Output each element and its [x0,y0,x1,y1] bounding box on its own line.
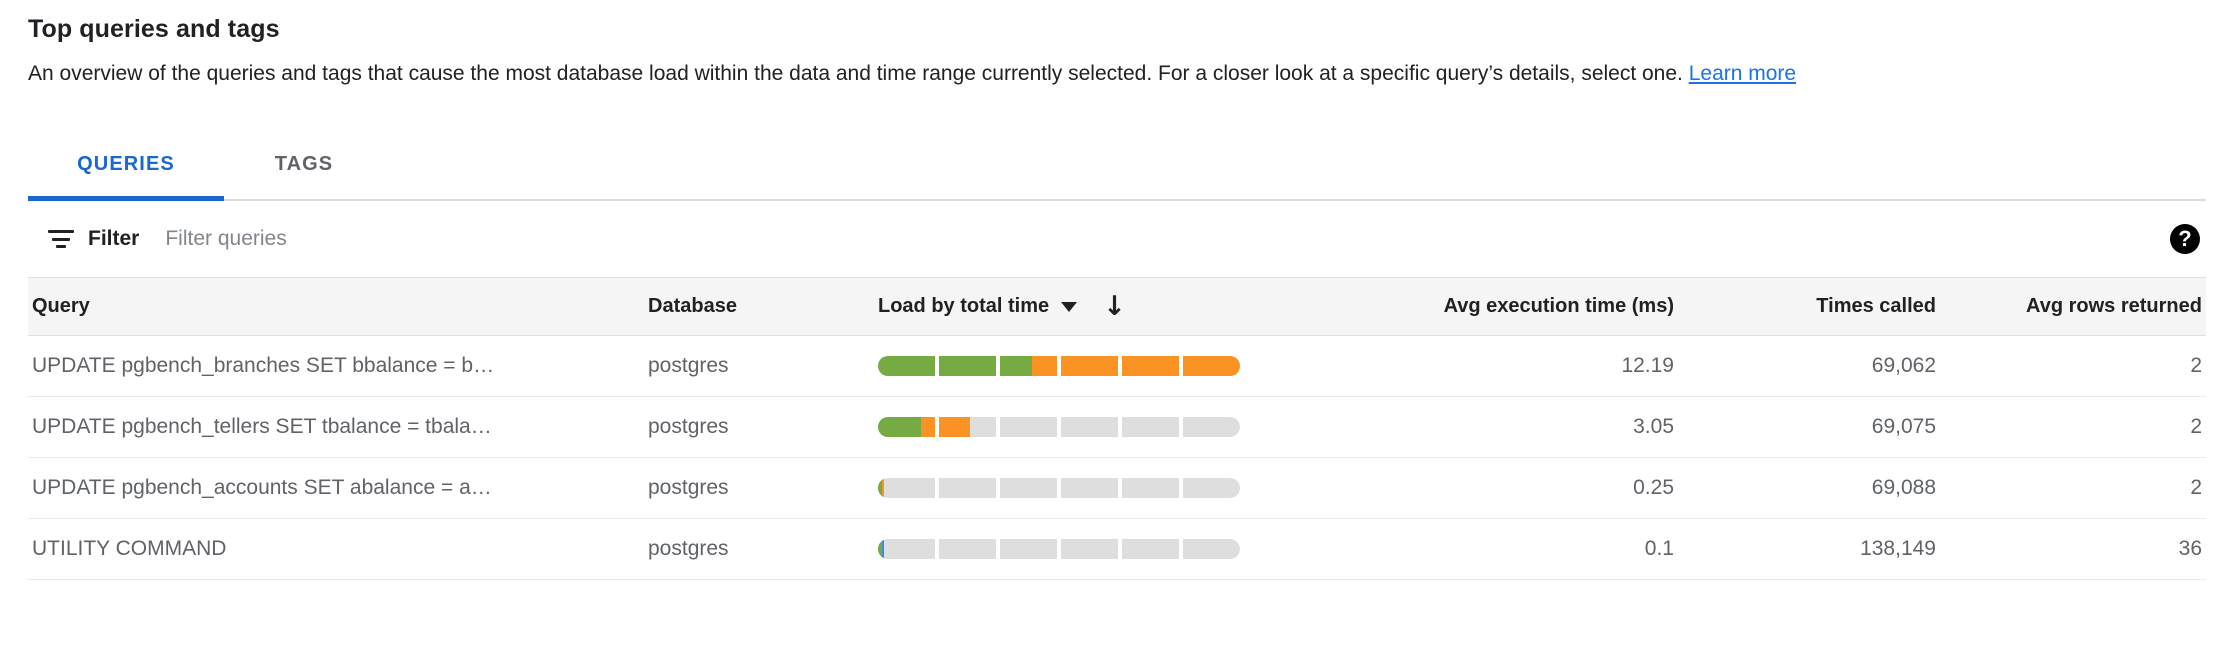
cell-load [878,335,1358,397]
column-header-query[interactable]: Query [28,277,648,336]
column-header-avg-rows-returned[interactable]: Avg rows returned [1940,277,2206,336]
load-bar [878,356,1240,376]
cell-avg-execution-time: 12.19 [1358,335,1678,397]
chevron-down-icon[interactable] [1061,301,1078,312]
load-bar [878,539,1240,559]
cell-query: UPDATE pgbench_branches SET bbalance = b… [28,335,648,397]
cell-avg-rows-returned: 36 [1940,518,2206,580]
filter-input[interactable] [165,227,666,251]
cell-load [878,518,1358,580]
panel-description-text: An overview of the queries and tags that… [28,62,1689,85]
load-sort-control[interactable]: Load by total time ↓ [878,293,1126,320]
cell-load [878,457,1358,519]
cell-query: UTILITY COMMAND [28,518,648,580]
cell-avg-rows-returned: 2 [1940,396,2206,458]
cell-database: postgres [648,457,878,519]
load-bar [878,478,1240,498]
cell-avg-rows-returned: 2 [1940,457,2206,519]
table-body: UPDATE pgbench_branches SET bbalance = b… [28,335,2206,580]
cell-avg-execution-time: 0.25 [1358,457,1678,519]
help-icon[interactable]: ? [2170,224,2200,254]
page-title: Top queries and tags [28,15,280,43]
cell-database: postgres [648,518,878,580]
top-queries-and-tags-panel: Top queries and tags An overview of the … [0,0,2234,660]
column-header-times-called[interactable]: Times called [1678,277,1940,336]
filter-toolbar: Filter ? [28,201,2206,277]
tab-queries-label: QUERIES [77,153,175,175]
table-row[interactable]: UPDATE pgbench_accounts SET abalance = a… [28,457,2206,519]
cell-times-called: 69,075 [1678,396,1940,458]
load-bar-ticks [878,417,1240,437]
tab-queries[interactable]: QUERIES [28,133,224,201]
cell-avg-execution-time: 0.1 [1358,518,1678,580]
tab-bar: QUERIES TAGS [28,133,2206,201]
filter-label[interactable]: Filter [88,227,139,251]
cell-query: UPDATE pgbench_tellers SET tbalance = tb… [28,396,648,458]
column-header-load-label: Load by total time [878,295,1050,317]
cell-database: postgres [648,396,878,458]
load-bar-ticks [878,478,1240,498]
sort-descending-arrow-icon[interactable]: ↓ [1103,293,1126,320]
learn-more-link[interactable]: Learn more [1689,62,1796,85]
column-header-avg-execution-time[interactable]: Avg execution time (ms) [1358,277,1678,336]
cell-database: postgres [648,335,878,397]
cell-avg-execution-time: 3.05 [1358,396,1678,458]
load-bar-ticks [878,539,1240,559]
table-row[interactable]: UPDATE pgbench_branches SET bbalance = b… [28,335,2206,397]
queries-table: Query Database Load by total time ↓ Avg … [28,277,2206,580]
cell-times-called: 69,088 [1678,457,1940,519]
cell-load [878,396,1358,458]
load-bar [878,417,1240,437]
column-header-database[interactable]: Database [648,277,878,336]
tab-tags-label: TAGS [274,153,334,175]
table-header-row: Query Database Load by total time ↓ Avg … [28,277,2206,336]
cell-avg-rows-returned: 2 [1940,335,2206,397]
cell-times-called: 69,062 [1678,335,1940,397]
column-header-load-by-total-time[interactable]: Load by total time ↓ [878,277,1358,336]
filter-icon[interactable] [48,230,74,248]
load-bar-ticks [878,356,1240,376]
table-row[interactable]: UPDATE pgbench_tellers SET tbalance = tb… [28,396,2206,458]
cell-times-called: 138,149 [1678,518,1940,580]
table-row[interactable]: UTILITY COMMAND postgres 0.1 138,149 36 [28,518,2206,580]
tab-tags[interactable]: TAGS [224,133,384,199]
panel-description: An overview of the queries and tags that… [28,55,2146,93]
table-header: Query Database Load by total time ↓ Avg … [28,277,2206,336]
cell-query: UPDATE pgbench_accounts SET abalance = a… [28,457,648,519]
